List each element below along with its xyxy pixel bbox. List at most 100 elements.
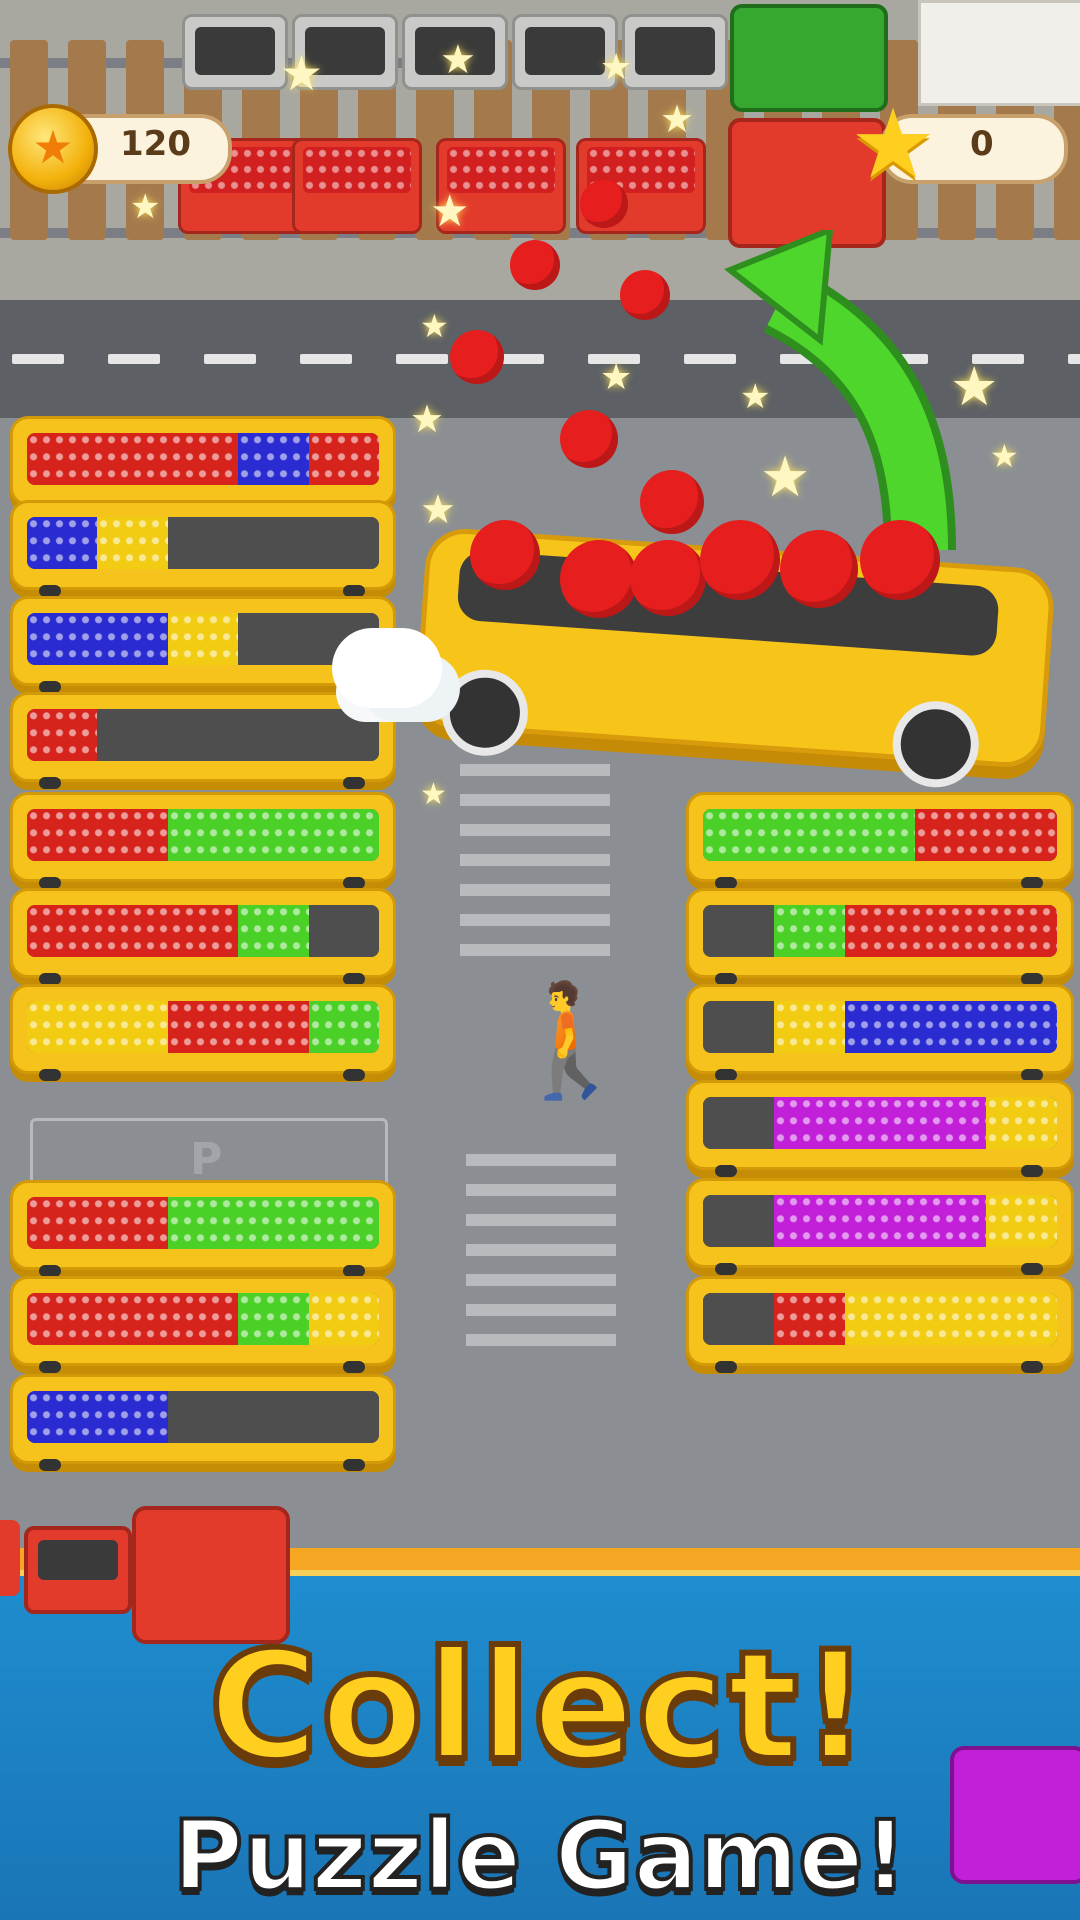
crosswalk-stripe: [466, 1334, 616, 1346]
blue-passengers: [27, 613, 168, 665]
yellow-passengers: [773, 1001, 845, 1053]
magenta-passengers: [773, 1195, 987, 1247]
bus-load: [27, 433, 379, 485]
bus-wheel: [715, 1165, 737, 1177]
crosswalk-stripe: [466, 1304, 616, 1316]
sparkle-star-icon: ★: [600, 47, 633, 88]
empty-wagon: [622, 14, 728, 90]
bus-load: [27, 1001, 379, 1053]
bus[interactable]: [686, 792, 1074, 889]
sparkle-star-icon: ★: [130, 187, 161, 227]
yellow-passengers: [308, 1293, 379, 1345]
bus-wheel: [39, 1361, 61, 1373]
bus-load: [703, 1097, 1057, 1149]
bus-wheel: [39, 1459, 61, 1471]
bus[interactable]: [10, 984, 396, 1081]
yellow-passengers: [986, 1195, 1057, 1247]
bus[interactable]: [10, 1374, 396, 1471]
bus-load: [703, 905, 1057, 957]
coin-count: 120: [120, 124, 191, 164]
lane-dash: [1068, 354, 1080, 364]
bus-load: [703, 1293, 1057, 1345]
bus[interactable]: [10, 500, 396, 597]
passenger: [510, 240, 560, 290]
bus-wheel: [343, 1459, 365, 1471]
passenger: [580, 180, 628, 228]
crosswalk-stripe: [466, 1274, 616, 1286]
sparkle-star-icon: ★: [600, 357, 633, 398]
crosswalk-stripe: [460, 764, 610, 776]
bus[interactable]: [686, 1276, 1074, 1373]
bus-load: [27, 517, 379, 569]
passenger: [640, 470, 704, 534]
empty-seats: [703, 1001, 774, 1053]
bus[interactable]: [10, 888, 396, 985]
bus-wheel: [715, 1263, 737, 1275]
empty-seats: [167, 1391, 379, 1443]
bus-wheel: [343, 1361, 365, 1373]
lane-dash: [12, 354, 64, 364]
star-count: 0: [970, 124, 994, 164]
bus-wheel: [39, 777, 61, 789]
blue-passengers: [27, 517, 98, 569]
subline: Puzzle Game!: [171, 1798, 909, 1914]
red-passengers: [27, 433, 239, 485]
passenger: [700, 520, 780, 600]
green-passengers: [238, 905, 309, 957]
lane-dash: [204, 354, 256, 364]
crosswalk-stripe: [460, 854, 610, 866]
bus-load: [703, 1001, 1057, 1053]
green-passengers: [238, 1293, 309, 1345]
lane-dash: [396, 354, 448, 364]
lane-dash: [108, 354, 160, 364]
bus[interactable]: [686, 1080, 1074, 1177]
sparkle-star-icon: ★: [950, 355, 999, 418]
bus-load: [703, 809, 1057, 861]
bus-load: [27, 905, 379, 957]
green-arrow-icon: [724, 230, 956, 551]
bus[interactable]: [10, 416, 396, 513]
star-icon: ★: [850, 88, 937, 200]
bus-load: [27, 1197, 379, 1249]
blue-passengers: [844, 1001, 1057, 1053]
parking-label: P: [190, 1134, 223, 1185]
bottom-wagon: [24, 1526, 132, 1614]
empty-seats: [703, 905, 774, 957]
bottom-wagon: [0, 1520, 20, 1596]
green-passengers: [703, 809, 916, 861]
bus[interactable]: [10, 692, 396, 789]
crosswalk-stripe: [466, 1184, 616, 1196]
bus-wheel: [343, 777, 365, 789]
red-passengers: [167, 1001, 309, 1053]
sparkle-star-icon: ★: [990, 437, 1019, 475]
empty-seats: [167, 517, 379, 569]
crosswalk-stripe: [466, 1214, 616, 1226]
crosswalk-stripe: [466, 1244, 616, 1256]
bus-load: [703, 1195, 1057, 1247]
empty-seats: [703, 1293, 774, 1345]
bus[interactable]: [10, 1276, 396, 1373]
bus-wheel: [1021, 1165, 1043, 1177]
red-passengers: [915, 809, 1057, 861]
red-passengers: [27, 1293, 239, 1345]
red-passengers: [308, 433, 379, 485]
bus[interactable]: [686, 888, 1074, 985]
bus[interactable]: [686, 1178, 1074, 1275]
sparkle-star-icon: ★: [420, 307, 449, 345]
red-passengers: [844, 905, 1057, 957]
bus-load: [27, 1391, 379, 1443]
bus[interactable]: [686, 984, 1074, 1081]
green-passengers: [167, 809, 379, 861]
bus-wheel: [343, 1069, 365, 1081]
yellow-passengers: [844, 1293, 1057, 1345]
red-passengers: [27, 809, 168, 861]
green-passengers: [167, 1197, 379, 1249]
exhaust-cloud: [332, 628, 442, 708]
headline: Collect!: [206, 1617, 873, 1797]
passenger: [860, 520, 940, 600]
bus[interactable]: [10, 792, 396, 889]
sparkle-star-icon: ★: [420, 777, 447, 812]
sparkle-star-icon: ★: [440, 37, 476, 83]
yellow-passengers: [97, 517, 168, 569]
bus[interactable]: [10, 1180, 396, 1277]
